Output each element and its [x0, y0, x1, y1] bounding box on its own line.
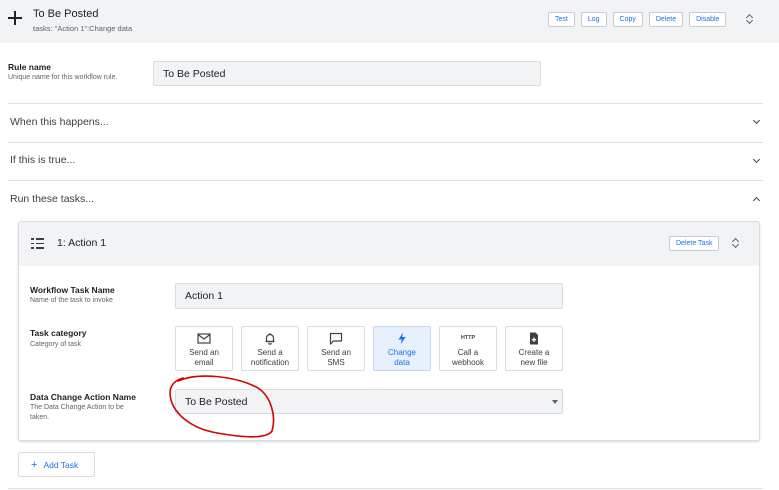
- divider: [8, 142, 763, 143]
- add-task-label: Add Task: [43, 459, 79, 470]
- reorder-icon[interactable]: [746, 14, 754, 24]
- if-section-header[interactable]: If this is true...: [8, 154, 763, 168]
- category-label: data: [394, 357, 410, 367]
- rule-name-label: Rule name: [8, 62, 51, 72]
- run-section-label: Run these tasks...: [10, 193, 95, 205]
- category-call-webhook[interactable]: HTTP Call a webhook: [439, 326, 497, 371]
- divider: [8, 103, 763, 104]
- caret-down-icon: [552, 400, 558, 404]
- task-name-label: Workflow Task Name: [30, 285, 115, 295]
- divider: [8, 488, 763, 489]
- chat-icon: [329, 332, 343, 345]
- category-label: Send an: [321, 348, 351, 357]
- rule-name-description: Unique name for this workflow rule.: [8, 74, 118, 81]
- task-card-header[interactable]: 1: Action 1 Delete Task: [19, 222, 759, 266]
- mail-icon: [197, 333, 211, 344]
- category-label: SMS: [327, 357, 345, 367]
- copy-button[interactable]: Copy: [612, 12, 643, 27]
- action-name-value: To Be Posted: [185, 395, 248, 408]
- task-name-input[interactable]: Action 1: [175, 283, 563, 309]
- category-send-email[interactable]: Send an email: [175, 326, 233, 371]
- category-send-notification[interactable]: Send a notification: [241, 326, 299, 371]
- task-name-description: Name of the task to invoke: [30, 297, 113, 304]
- when-section-header[interactable]: When this happens...: [8, 116, 763, 130]
- category-create-file[interactable]: Create a new file: [505, 326, 563, 371]
- category-label: notification: [250, 357, 290, 367]
- disable-button[interactable]: Disable: [689, 12, 727, 27]
- action-name-label: Data Change Action Name: [30, 392, 136, 402]
- rule-header[interactable]: To Be Posted tasks: "Action 1":Change da…: [0, 0, 779, 43]
- if-section-label: If this is true...: [10, 154, 76, 166]
- delete-button[interactable]: Delete: [648, 12, 684, 27]
- task-list-icon: [31, 238, 44, 249]
- category-label: webhook: [451, 357, 485, 367]
- category-label: Change: [387, 348, 417, 357]
- reorder-icon[interactable]: [732, 238, 740, 248]
- log-button[interactable]: Log: [580, 12, 607, 27]
- task-title: 1: Action 1: [57, 237, 107, 249]
- task-category-label: Task category: [30, 328, 87, 338]
- bolt-icon: [398, 332, 406, 345]
- file-add-icon: [530, 332, 538, 345]
- action-description-line: taken.: [30, 413, 50, 421]
- rule-subtitle: tasks: "Action 1":Change data: [33, 24, 133, 33]
- header-actions: Test Log Copy Delete Disable: [548, 12, 727, 27]
- category-label: Send an: [189, 348, 219, 357]
- task-card: 1: Action 1 Delete Task Workflow Task Na…: [18, 221, 760, 441]
- category-label: email: [194, 357, 214, 367]
- task-category-description: Category of task: [30, 341, 81, 348]
- action-description-line: The Data Change Action to be: [30, 404, 124, 411]
- http-icon: HTTP: [460, 335, 476, 341]
- bell-icon: [265, 333, 275, 345]
- test-button[interactable]: Test: [548, 12, 575, 27]
- category-label: new file: [520, 357, 548, 367]
- rule-title: To Be Posted: [33, 8, 99, 20]
- category-label: Call a: [457, 348, 479, 357]
- delete-task-button[interactable]: Delete Task: [669, 236, 720, 251]
- category-send-sms[interactable]: Send an SMS: [307, 326, 365, 371]
- category-label: Create a: [518, 348, 550, 357]
- category-change-data[interactable]: Change data: [373, 326, 431, 371]
- category-label: Send a: [257, 348, 283, 357]
- plus-icon: +: [31, 458, 38, 471]
- rule-name-input[interactable]: To Be Posted: [153, 61, 541, 86]
- when-section-label: When this happens...: [10, 116, 109, 128]
- divider: [8, 180, 763, 181]
- run-section-header[interactable]: Run these tasks...: [8, 193, 763, 207]
- action-name-select[interactable]: To Be Posted: [175, 389, 563, 414]
- add-task-button[interactable]: + Add Task: [18, 452, 95, 477]
- action-name-description: The Data Change Action to be taken.: [30, 403, 124, 422]
- expand-plus-icon[interactable]: [8, 11, 22, 25]
